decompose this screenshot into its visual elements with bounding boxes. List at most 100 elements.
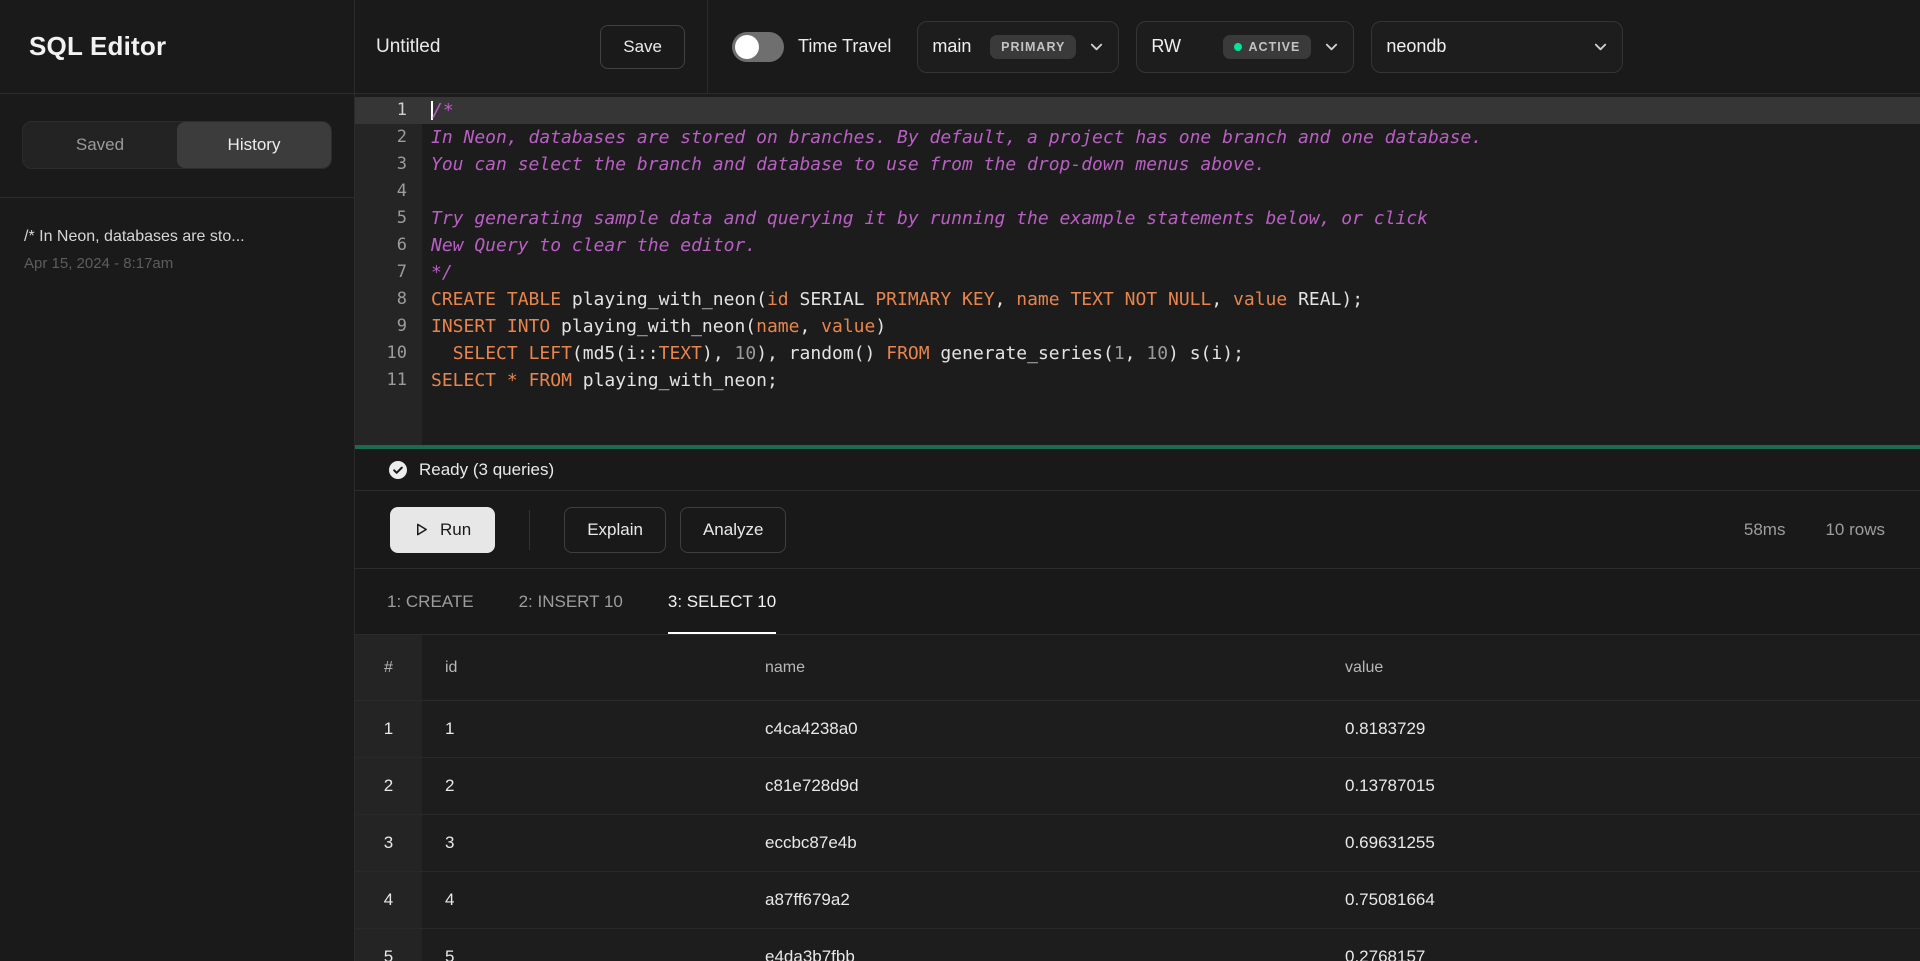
cell-index: 1 — [355, 701, 422, 757]
sql-editor-app: SQL Editor Saved History /* In Neon, dat… — [0, 0, 1920, 961]
table-row[interactable]: 55e4da3b7fbb0.2768157 — [355, 929, 1920, 961]
query-row-count: 10 rows — [1825, 520, 1885, 540]
editor-line[interactable]: 10 SELECT LEFT(md5(i::TEXT), 10), random… — [355, 340, 1920, 367]
editor-line[interactable]: 11SELECT * FROM playing_with_neon; — [355, 367, 1920, 394]
editor-line[interactable]: 5Try generating sample data and querying… — [355, 205, 1920, 232]
sidebar-tabs: Saved History — [0, 94, 354, 198]
editor-line[interactable]: 7*/ — [355, 259, 1920, 286]
editor-line[interactable]: 4 — [355, 178, 1920, 205]
topbar-left-group: Untitled Save — [355, 0, 707, 93]
time-travel-toggle[interactable] — [732, 32, 784, 62]
code-line: You can select the branch and database t… — [422, 151, 1920, 178]
cell-name: a87ff679a2 — [745, 890, 1325, 910]
time-travel-label: Time Travel — [798, 36, 891, 57]
results-table: # id name value 11c4ca4238a00.818372922c… — [355, 635, 1920, 961]
cell-value: 0.8183729 — [1325, 719, 1920, 739]
editor-empty-area[interactable] — [355, 394, 1920, 445]
branch-select[interactable]: main PRIMARY — [917, 21, 1119, 73]
code-line: CREATE TABLE playing_with_neon(id SERIAL… — [422, 286, 1920, 313]
editor-line[interactable]: 9INSERT INTO playing_with_neon(name, val… — [355, 313, 1920, 340]
compute-select-value: RW — [1151, 36, 1181, 57]
page-title: SQL Editor — [29, 31, 166, 62]
editor-line[interactable]: 6New Query to clear the editor. — [355, 232, 1920, 259]
line-number: 11 — [355, 367, 422, 394]
result-tab-select[interactable]: 3: SELECT 10 — [668, 569, 776, 634]
tab-history[interactable]: History — [177, 122, 331, 168]
results-table-body: 11c4ca4238a00.818372922c81e728d9d0.13787… — [355, 701, 1920, 961]
code-line: SELECT LEFT(md5(i::TEXT), 10), random() … — [422, 340, 1920, 367]
result-tabs: 1: CREATE 2: INSERT 10 3: SELECT 10 — [355, 569, 1920, 635]
sql-code-editor[interactable]: 1/*2In Neon, databases are stored on bra… — [355, 94, 1920, 445]
main-panel: Untitled Save Time Travel main PRIMARY R… — [355, 0, 1920, 961]
cell-value: 0.13787015 — [1325, 776, 1920, 796]
actions-toolbar: Run Explain Analyze 58ms 10 rows — [355, 491, 1920, 569]
code-line: INSERT INTO playing_with_neon(name, valu… — [422, 313, 1920, 340]
cell-id: 3 — [422, 833, 745, 853]
run-button[interactable]: Run — [390, 507, 495, 553]
query-meta: 58ms 10 rows — [1744, 520, 1885, 540]
tab-saved[interactable]: Saved — [23, 122, 177, 168]
line-number: 1 — [355, 97, 422, 124]
time-travel-group: Time Travel — [708, 0, 891, 93]
explain-button[interactable]: Explain — [564, 507, 666, 553]
code-line: SELECT * FROM playing_with_neon; — [422, 367, 1920, 394]
line-number: 6 — [355, 232, 422, 259]
cell-index: 2 — [355, 758, 422, 814]
result-tab-create[interactable]: 1: CREATE — [387, 569, 474, 634]
connection-selects: main PRIMARY RW ACTIVE neondb — [917, 0, 1623, 93]
database-select[interactable]: neondb — [1371, 21, 1623, 73]
sidebar: SQL Editor Saved History /* In Neon, dat… — [0, 0, 355, 961]
play-icon — [414, 522, 429, 537]
branch-primary-badge: PRIMARY — [990, 35, 1076, 59]
cell-id: 5 — [422, 947, 745, 961]
cell-index: 4 — [355, 872, 422, 928]
gutter-filler — [355, 394, 422, 445]
editor-line[interactable]: 1/* — [355, 97, 1920, 124]
code-line: Try generating sample data and querying … — [422, 205, 1920, 232]
column-header-name: name — [745, 659, 1325, 677]
history-list-item[interactable]: /* In Neon, databases are sto... Apr 15,… — [0, 198, 354, 302]
results-table-header: # id name value — [355, 635, 1920, 701]
column-header-id: id — [422, 659, 745, 677]
code-line: */ — [422, 259, 1920, 286]
table-row[interactable]: 33eccbc87e4b0.69631255 — [355, 815, 1920, 872]
cell-value: 0.75081664 — [1325, 890, 1920, 910]
run-button-label: Run — [440, 520, 471, 540]
compute-select[interactable]: RW ACTIVE — [1136, 21, 1354, 73]
query-duration: 58ms — [1744, 520, 1786, 540]
table-row[interactable]: 44a87ff679a20.75081664 — [355, 872, 1920, 929]
line-number: 4 — [355, 178, 422, 205]
line-number: 3 — [355, 151, 422, 178]
table-row[interactable]: 11c4ca4238a00.8183729 — [355, 701, 1920, 758]
cell-id: 1 — [422, 719, 745, 739]
cell-index: 3 — [355, 815, 422, 871]
result-tab-insert[interactable]: 2: INSERT 10 — [519, 569, 623, 634]
status-bar: Ready (3 queries) — [355, 449, 1920, 491]
save-button[interactable]: Save — [600, 25, 685, 69]
compute-active-badge-label: ACTIVE — [1249, 40, 1301, 54]
editor-line[interactable]: 3You can select the branch and database … — [355, 151, 1920, 178]
saved-history-segmented-control: Saved History — [22, 121, 332, 169]
topbar: Untitled Save Time Travel main PRIMARY R… — [355, 0, 1920, 94]
cell-value: 0.69631255 — [1325, 833, 1920, 853]
editor-line[interactable]: 2In Neon, databases are stored on branch… — [355, 124, 1920, 151]
table-row[interactable]: 22c81e728d9d0.13787015 — [355, 758, 1920, 815]
history-item-timestamp: Apr 15, 2024 - 8:17am — [24, 255, 330, 272]
cell-index: 5 — [355, 929, 422, 961]
chevron-down-icon — [1593, 39, 1608, 54]
line-number: 10 — [355, 340, 422, 367]
editor-line[interactable]: 8CREATE TABLE playing_with_neon(id SERIA… — [355, 286, 1920, 313]
cell-value: 0.2768157 — [1325, 947, 1920, 961]
compute-active-badge: ACTIVE — [1223, 35, 1312, 59]
code-line: In Neon, databases are stored on branche… — [422, 124, 1920, 151]
cell-name: eccbc87e4b — [745, 833, 1325, 853]
actions-divider — [529, 510, 530, 550]
code-filler — [422, 394, 1920, 445]
check-circle-icon — [389, 461, 407, 479]
branch-select-value: main — [932, 36, 971, 57]
ready-status-text: Ready (3 queries) — [419, 460, 554, 480]
analyze-button[interactable]: Analyze — [680, 507, 786, 553]
cell-name: c4ca4238a0 — [745, 719, 1325, 739]
database-select-value: neondb — [1386, 36, 1446, 57]
code-line: /* — [422, 97, 1920, 124]
